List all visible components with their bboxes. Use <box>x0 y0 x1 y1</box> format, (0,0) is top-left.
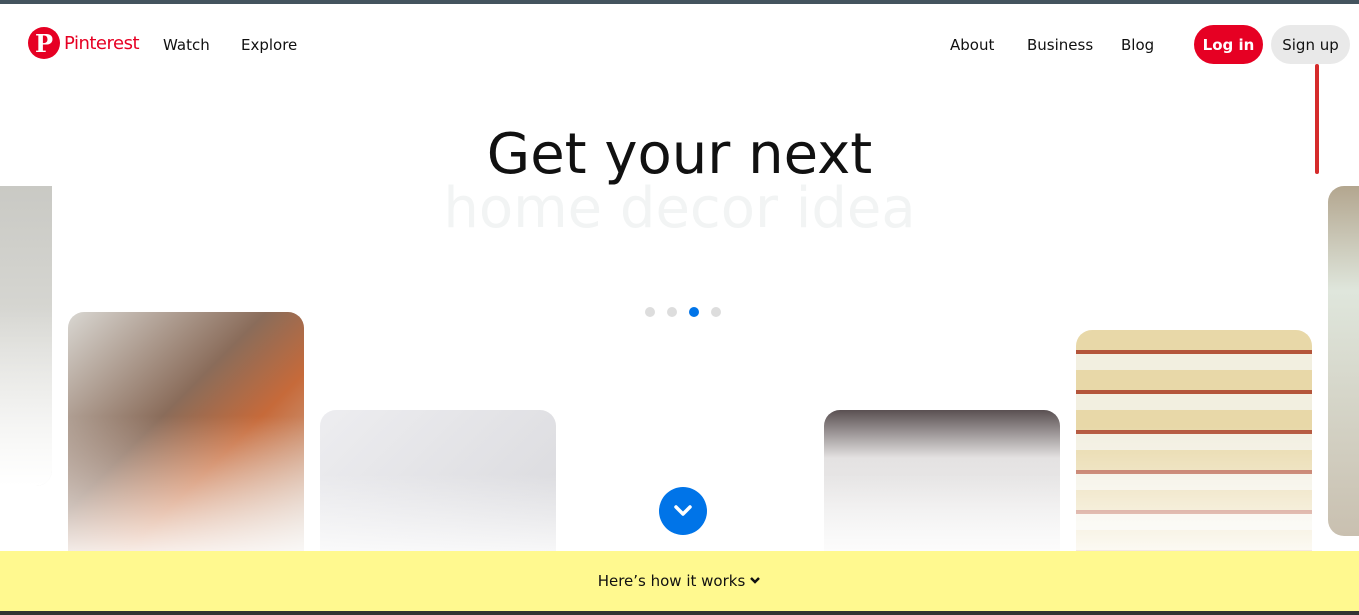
pinterest-logo[interactable]: P Pinterest <box>28 27 140 59</box>
pin-image[interactable] <box>320 410 556 570</box>
chevron-down-icon <box>674 505 692 516</box>
login-button[interactable]: Log in <box>1194 25 1263 64</box>
bottom-strip <box>0 611 1359 615</box>
pin-image[interactable] <box>1076 330 1312 570</box>
how-it-works-label: Here’s how it works <box>597 572 746 590</box>
pin-image[interactable] <box>824 410 1060 570</box>
top-border <box>0 0 1359 4</box>
nav-explore[interactable]: Explore <box>241 36 297 54</box>
nav-about[interactable]: About <box>950 36 994 54</box>
carousel-dots <box>645 307 721 317</box>
signup-button[interactable]: Sign up <box>1271 25 1350 64</box>
pin-image[interactable] <box>1328 186 1359 536</box>
hero-subtitle: home decor idea <box>443 176 916 241</box>
scroll-down-button[interactable] <box>659 487 707 535</box>
brand-name: Pinterest <box>64 32 140 54</box>
nav-business[interactable]: Business <box>1027 36 1093 54</box>
carousel-dot[interactable] <box>667 307 677 317</box>
nav-blog[interactable]: Blog <box>1121 36 1154 54</box>
chevron-down-icon <box>750 577 761 584</box>
carousel-dot[interactable] <box>711 307 721 317</box>
pin-image[interactable] <box>0 186 52 486</box>
nav-watch[interactable]: Watch <box>163 36 210 54</box>
pin-image[interactable] <box>68 312 304 572</box>
how-it-works-bar[interactable]: Here’s how it works <box>0 551 1359 611</box>
carousel-dot[interactable] <box>645 307 655 317</box>
carousel-dot-active[interactable] <box>689 307 699 317</box>
pinterest-icon: P <box>28 27 60 59</box>
